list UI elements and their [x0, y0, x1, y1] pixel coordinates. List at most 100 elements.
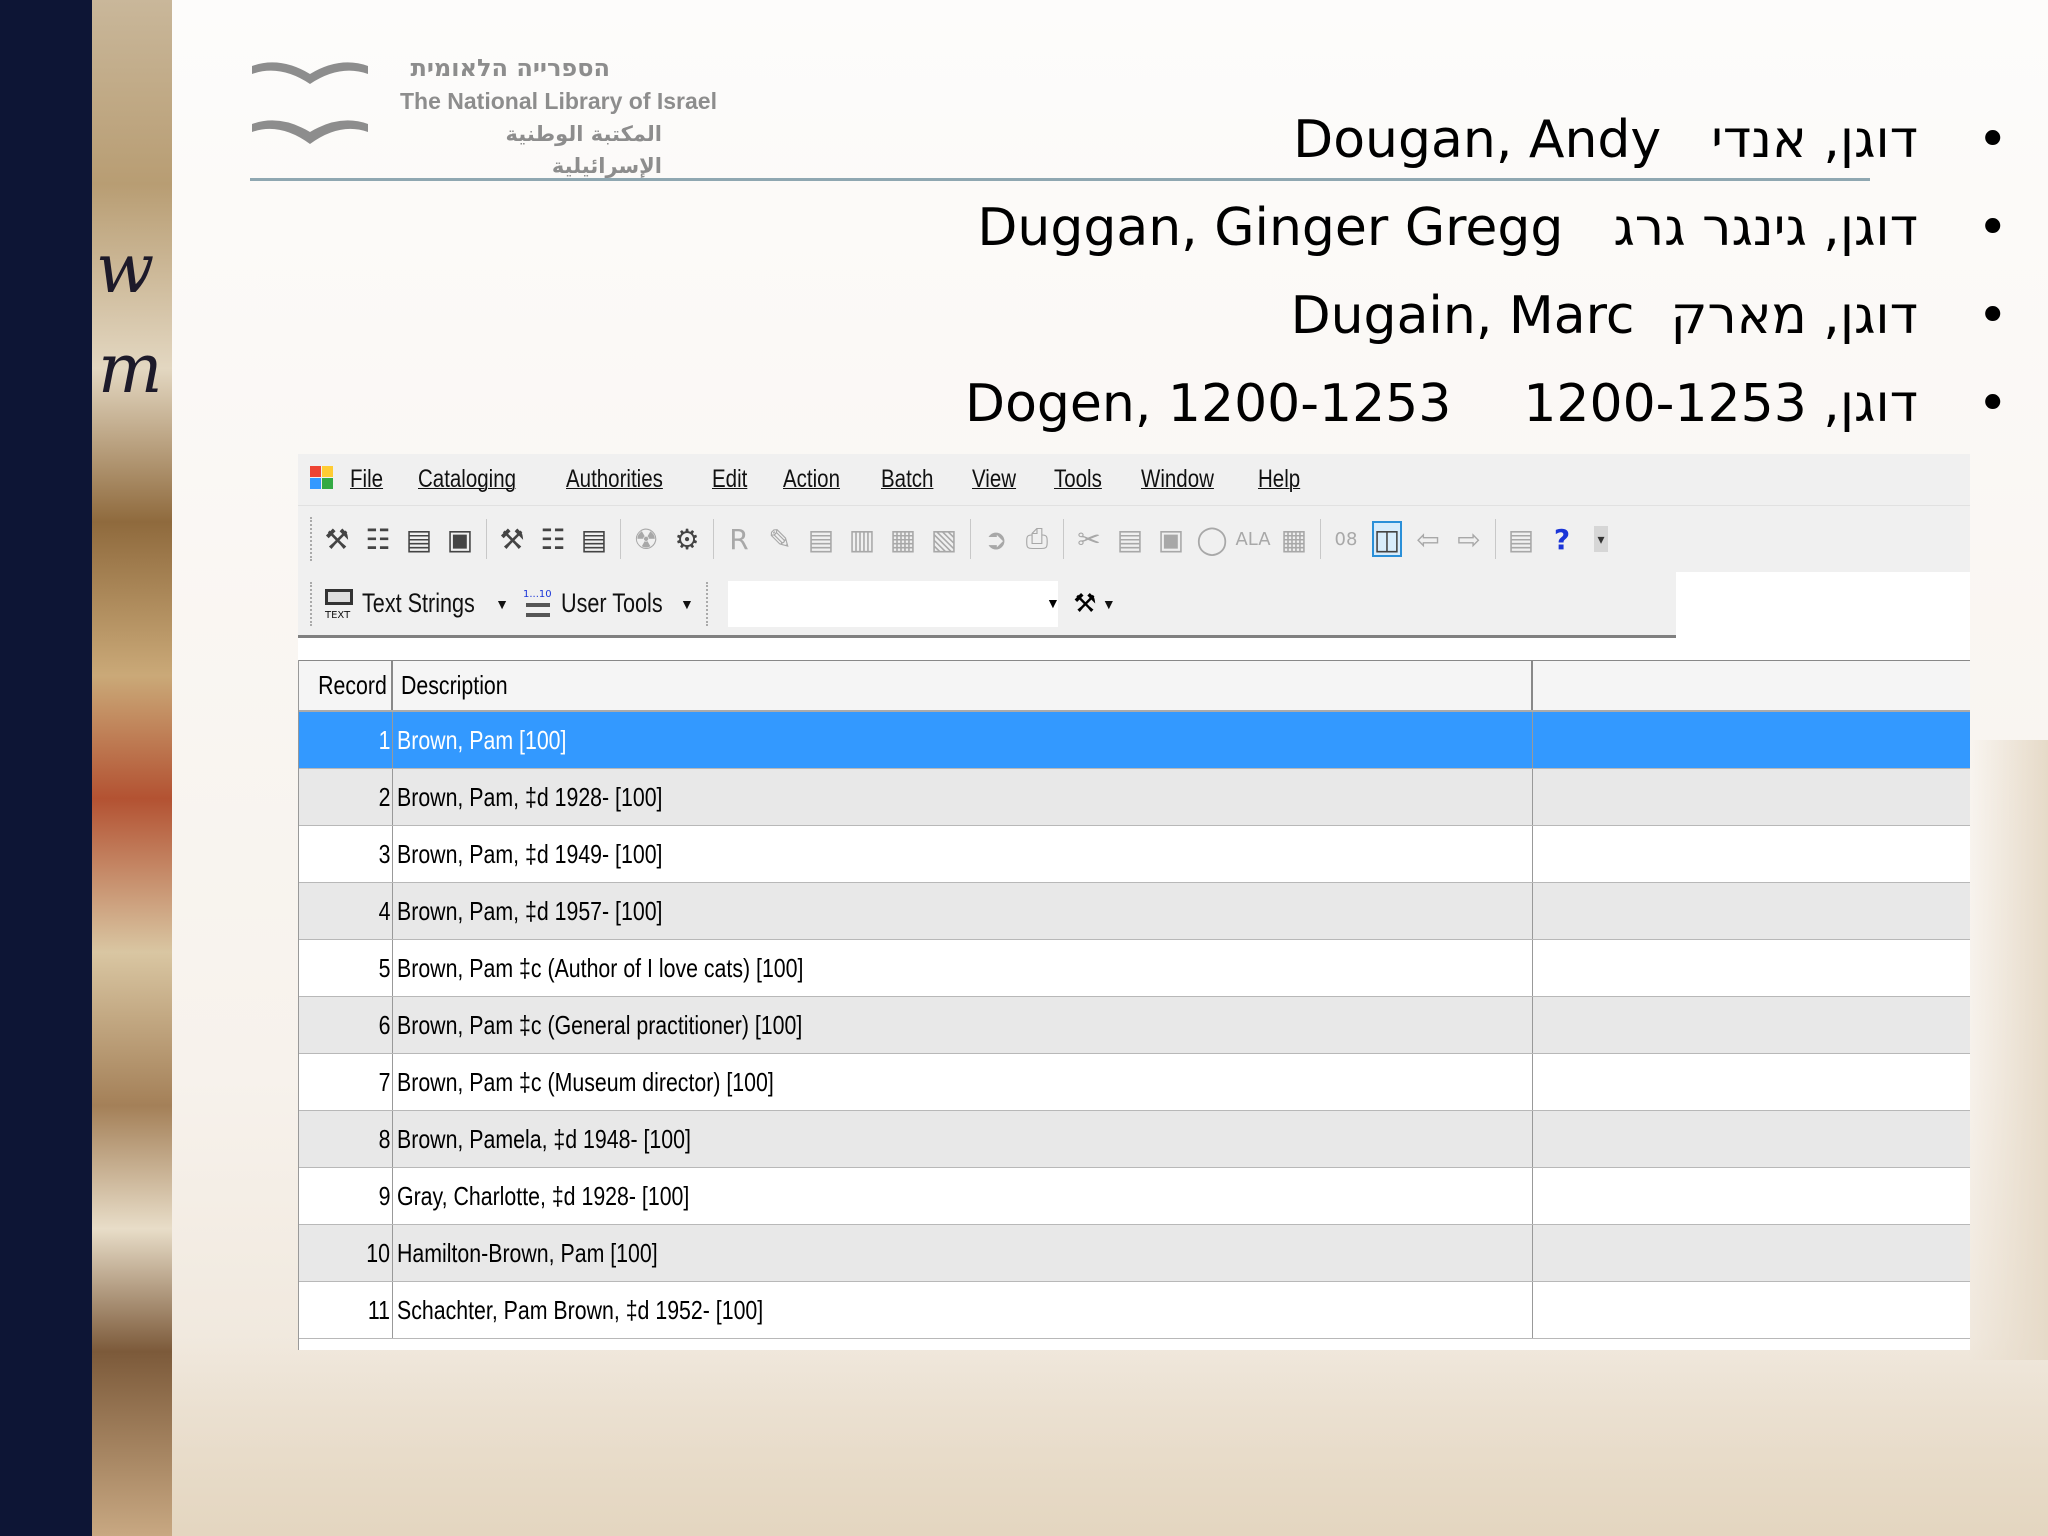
menu-help[interactable]: Help	[1258, 465, 1300, 494]
logo-text: הספרייה הלאומית The National Library of …	[400, 52, 717, 182]
record-list-icon[interactable]: ▧	[929, 521, 959, 557]
user-tools-dropdown-icon[interactable]: ▼	[680, 596, 694, 612]
run-macro-dropdown-icon[interactable]: ▼	[1102, 596, 1116, 612]
column-header-empty	[1533, 661, 1970, 710]
control-headings-icon[interactable]: ⚙	[672, 521, 702, 557]
edit-record-icon[interactable]: ✎	[765, 521, 795, 557]
row-description: Brown, Pam, ‡d 1928- [100]	[397, 781, 663, 812]
menu-action[interactable]: Action	[783, 465, 840, 494]
toolbar-separator	[713, 519, 714, 559]
menu-tools[interactable]: Tools	[1054, 465, 1102, 494]
menu-edit[interactable]: Edit	[712, 465, 747, 494]
search-worldcat-icon[interactable]: ☷	[363, 521, 393, 557]
row-record-number: 3	[378, 838, 390, 869]
text-strings-button[interactable]: Text Strings	[362, 588, 475, 619]
authority-connect-icon[interactable]: ⚒	[497, 521, 527, 557]
fixed-field-icon[interactable]: 08	[1331, 521, 1361, 557]
logo-english: The National Library of Israel	[400, 88, 717, 114]
macro-select[interactable]: ▼	[727, 580, 1060, 627]
previous-record-icon[interactable]: ⇦	[1413, 521, 1443, 557]
local-file-icon[interactable]: ▤	[404, 521, 434, 557]
user-tools-icon[interactable]: 1...10	[521, 585, 555, 623]
print-icon[interactable]: ⎙	[1022, 521, 1052, 557]
macro-select-caret-icon[interactable]: ▼	[1046, 595, 1060, 611]
app-icon[interactable]	[310, 465, 334, 494]
toolbar-separator	[486, 519, 487, 559]
keyboard-text-icon[interactable]: TEXT	[322, 585, 356, 623]
bullet-hebrew: דוגן, מארק	[1670, 286, 1918, 346]
authority-list-grid: Record Description 1 Brown, Pam [100] 2 Br…	[298, 660, 1970, 1350]
authority-file-icon[interactable]: ▤	[579, 521, 609, 557]
table-row[interactable]: 1 Brown, Pam [100]	[299, 712, 1970, 769]
derive-record-icon[interactable]: ▥	[847, 521, 877, 557]
table-row[interactable]: 5 Brown, Pam ‡c (Author of I love cats) […	[299, 940, 1970, 997]
row-record-number: 10	[366, 1237, 390, 1268]
faded-manuscript-right	[1968, 740, 2048, 1360]
row-description: Brown, Pam [100]	[397, 724, 567, 755]
toolbar-separator	[1320, 519, 1321, 559]
bullet-dot-icon: •	[1977, 286, 2008, 346]
next-record-icon[interactable]: ⇨	[1454, 521, 1484, 557]
row-record-number: 6	[378, 1009, 390, 1040]
user-tools-button[interactable]: User Tools	[561, 588, 663, 619]
table-row[interactable]: 7 Brown, Pam ‡c (Museum director) [100]	[299, 1054, 1970, 1111]
toolbar-overflow-icon[interactable]: ▾	[1594, 526, 1608, 552]
column-header-record[interactable]: Record	[299, 661, 393, 710]
bullet-hebrew: דוגן, אנדי	[1711, 110, 1918, 170]
toolbar-separator	[620, 519, 621, 559]
row-description: Schachter, Pam Brown, ‡d 1952- [100]	[397, 1294, 764, 1325]
table-row[interactable]: 8 Brown, Pamela, ‡d 1948- [100]	[299, 1111, 1970, 1168]
table-row[interactable]: 6 Brown, Pam ‡c (General practitioner) [1…	[299, 997, 1970, 1054]
cut-icon[interactable]: ✂	[1074, 521, 1104, 557]
menu-file[interactable]: File	[350, 465, 383, 494]
table-row[interactable]: 9 Gray, Charlotte, ‡d 1928- [100]	[299, 1168, 1970, 1225]
insert-field-icon[interactable]: ▦	[1279, 521, 1309, 557]
bullet-dot-icon: •	[1977, 110, 2008, 170]
bullet-dot-icon: •	[1977, 374, 2008, 434]
help-icon[interactable]: ?	[1547, 521, 1577, 557]
menu-window[interactable]: Window	[1141, 465, 1214, 494]
column-header-description[interactable]: Description	[393, 661, 1533, 710]
paste-icon[interactable]: ▣	[1156, 521, 1186, 557]
export-icon[interactable]: ➲	[981, 521, 1011, 557]
connect-icon[interactable]: ⚒	[322, 521, 352, 557]
bullet-list: Dougan, Andy דוגן, אנדי • Duggan, Ginger…	[718, 96, 2008, 448]
copy-icon[interactable]: ▤	[1115, 521, 1145, 557]
user-tools-icon-label: 1...10	[523, 589, 552, 600]
table-row[interactable]: 3 Brown, Pam, ‡d 1949- [100]	[299, 826, 1970, 883]
table-row[interactable]: 10 Hamilton-Brown, Pam [100]	[299, 1225, 1970, 1282]
toolbar-grip[interactable]	[310, 581, 314, 626]
menu-authorities[interactable]: Authorities	[566, 465, 663, 494]
text-strings-toolbar: TEXT Text Strings ▼ 1...10 User Tools ▼ …	[298, 572, 1676, 638]
menu-view[interactable]: View	[972, 465, 1016, 494]
view-toggle-icon[interactable]: ◫	[1372, 521, 1402, 557]
toolbar-grip[interactable]	[310, 517, 314, 561]
bullet-item: Duggan, Ginger Gregg דוגן, גינגר גרג •	[718, 184, 2008, 272]
context-help-icon[interactable]: ▤	[1506, 521, 1536, 557]
text-strings-dropdown-icon[interactable]: ▼	[495, 596, 509, 612]
ala-diacritics-icon[interactable]: ALA	[1235, 521, 1270, 557]
menu-cataloging[interactable]: Cataloging	[418, 465, 516, 494]
save-file-icon[interactable]: ▣	[445, 521, 475, 557]
table-row[interactable]: 2 Brown, Pam, ‡d 1928- [100]	[299, 769, 1970, 826]
reformat-icon[interactable]: R	[724, 521, 754, 557]
replace-record-icon[interactable]: ▦	[888, 521, 918, 557]
find-icon[interactable]: ◯	[1196, 521, 1227, 557]
toolbar-grip[interactable]	[705, 581, 710, 626]
toolbar-separator	[970, 519, 971, 559]
menu-batch[interactable]: Batch	[881, 465, 933, 494]
row-record-number: 7	[378, 1066, 390, 1097]
authority-search-icon[interactable]: ☷	[538, 521, 568, 557]
main-toolbar: ⚒ ☷ ▤ ▣ ⚒ ☷ ▤ ☢ ⚙ R ✎ ▤ ▥ ▦ ▧ ➲ ⎙ ✂ ▤ ▣ …	[298, 506, 1970, 572]
table-row[interactable]: 11 Schachter, Pam Brown, ‡d 1952- [100]	[299, 1282, 1970, 1339]
bullet-english: Dogen, 1200-1253	[965, 374, 1452, 434]
bullet-item: Dougan, Andy דוגן, אנדי •	[718, 96, 2008, 184]
row-description: Gray, Charlotte, ‡d 1928- [100]	[397, 1180, 690, 1211]
copy-record-icon[interactable]: ▤	[806, 521, 836, 557]
validate-icon[interactable]: ☢	[631, 521, 661, 557]
column-header-description-label: Description	[401, 670, 508, 700]
bullet-english: Dugain, Marc	[1290, 286, 1635, 346]
row-record-number: 5	[378, 952, 390, 983]
table-row[interactable]: 4 Brown, Pam, ‡d 1957- [100]	[299, 883, 1970, 940]
run-macro-icon[interactable]: ⚒	[1068, 585, 1102, 623]
